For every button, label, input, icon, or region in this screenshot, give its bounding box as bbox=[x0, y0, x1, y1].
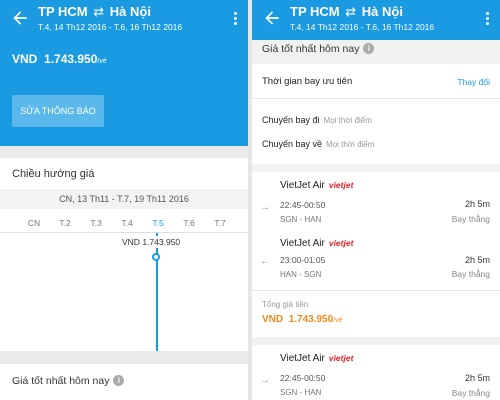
return-arrow-icon: ← bbox=[260, 256, 270, 267]
preferred-time-card: Thời gian bay ưu tiên Thay đổi Chuyến ba… bbox=[252, 64, 500, 164]
preferred-time-label: Thời gian bay ưu tiên bbox=[262, 76, 353, 87]
info-icon[interactable]: i bbox=[363, 43, 375, 54]
route-title: TP HCM ⇄ Hà Nội bbox=[290, 4, 403, 20]
price-trend-title: Chiều hướng giá bbox=[12, 168, 95, 180]
back-arrow-icon[interactable] bbox=[262, 8, 282, 28]
back-arrow-icon[interactable] bbox=[10, 8, 30, 28]
day-label[interactable]: T.6 bbox=[179, 218, 199, 228]
day-label[interactable]: T.3 bbox=[86, 218, 106, 228]
outbound-arrow-icon: → bbox=[260, 202, 270, 213]
day-label[interactable]: CN bbox=[24, 218, 44, 228]
vietjet-logo: vietjet bbox=[328, 353, 354, 363]
section-divider bbox=[0, 351, 248, 364]
swap-icon: ⇄ bbox=[345, 4, 357, 19]
airline-name: VietJet Air vietjet bbox=[280, 180, 354, 191]
total-price: VND 1.743.950/vé bbox=[262, 314, 343, 325]
origin-city: TP HCM bbox=[38, 4, 88, 19]
flight-route: SGN - HAN bbox=[280, 215, 322, 224]
airline-name: VietJet Air vietjet bbox=[280, 238, 354, 249]
destination-city: Hà Nội bbox=[361, 4, 403, 19]
info-icon[interactable]: i bbox=[113, 375, 125, 386]
day-label[interactable]: T.2 bbox=[55, 218, 75, 228]
flight-stops: Bay thẳng bbox=[451, 388, 490, 398]
flight-duration: 2h 5m bbox=[464, 255, 490, 265]
swap-icon: ⇄ bbox=[93, 4, 105, 19]
origin-city: TP HCM bbox=[290, 4, 340, 19]
current-price: VND 1.743.950/vé bbox=[12, 52, 107, 66]
price-point[interactable] bbox=[152, 253, 160, 261]
flight-stops: Bay thẳng bbox=[451, 269, 490, 279]
trip-dates: T.4, 14 Th12 2016 - T.6, 16 Th12 2016 bbox=[38, 22, 183, 32]
more-menu-icon[interactable] bbox=[234, 12, 238, 27]
return-time-row[interactable]: Chuyến bay về Mọi thời điểm bbox=[262, 139, 374, 149]
chart-baseline bbox=[0, 232, 248, 233]
flight-duration: 2h 5m bbox=[464, 199, 490, 209]
date-range-label: CN, 13 Th11 - T.7, 19 Th11 2016 bbox=[0, 189, 248, 209]
route-title: TP HCM ⇄ Hà Nội bbox=[38, 4, 151, 20]
flight-duration: 2h 5m bbox=[464, 373, 490, 383]
edit-alert-button[interactable]: SỬA THÔNG BÁO bbox=[12, 95, 104, 127]
day-label[interactable]: T.7 bbox=[210, 218, 230, 228]
selected-day-marker-line bbox=[156, 233, 158, 351]
price-summary: VND 1.743.950/vé SỬA THÔNG BÁO bbox=[0, 40, 248, 146]
best-price-heading: Giá tốt nhất hôm nay i bbox=[262, 43, 375, 55]
day-label[interactable]: T.5 bbox=[148, 218, 168, 228]
best-price-screen: TP HCM ⇄ Hà Nội T.4, 14 Th12 2016 - T.6,… bbox=[252, 0, 500, 400]
flight-offer-card[interactable]: VietJet Air vietjet → 22:45-00:50 2h 5m S… bbox=[252, 345, 500, 400]
trip-dates: T.4, 14 Th12 2016 - T.6, 16 Th12 2016 bbox=[290, 22, 435, 32]
more-menu-icon[interactable] bbox=[486, 12, 490, 27]
flight-offer-card[interactable]: VietJet Air vietjet → 22:45-00:50 2h 5m S… bbox=[252, 172, 500, 337]
flight-route: SGN - HAN bbox=[280, 388, 322, 397]
vietjet-logo: vietjet bbox=[328, 238, 354, 248]
vietjet-logo: vietjet bbox=[328, 180, 354, 190]
flight-time: 22:45-00:50 bbox=[280, 373, 326, 383]
section-divider bbox=[0, 146, 248, 158]
day-label[interactable]: T.4 bbox=[117, 218, 137, 228]
destination-city: Hà Nội bbox=[109, 4, 151, 19]
change-link[interactable]: Thay đổi bbox=[457, 77, 490, 87]
flight-route: HAN - SGN bbox=[280, 270, 322, 279]
outbound-time-row[interactable]: Chuyến bay đi Mọi thời điểm bbox=[262, 115, 372, 125]
price-tooltip: VND 1.743.950 bbox=[120, 236, 183, 248]
total-price-label: Tổng giá tiền bbox=[262, 300, 309, 309]
airline-name: VietJet Air vietjet bbox=[280, 353, 354, 364]
app-bar: TP HCM ⇄ Hà Nội T.4, 14 Th12 2016 - T.6,… bbox=[252, 0, 500, 40]
outbound-arrow-icon: → bbox=[260, 375, 270, 386]
flight-stops: Bay thẳng bbox=[451, 214, 490, 224]
best-price-heading: Giá tốt nhất hôm nay i bbox=[12, 375, 125, 387]
flight-time: 23:00-01:05 bbox=[280, 255, 326, 265]
flight-time: 22:45-00:50 bbox=[280, 200, 326, 210]
app-bar: TP HCM ⇄ Hà Nội T.4, 14 Th12 2016 - T.6,… bbox=[0, 0, 248, 40]
price-alert-screen: TP HCM ⇄ Hà Nội T.4, 14 Th12 2016 - T.6,… bbox=[0, 0, 248, 400]
